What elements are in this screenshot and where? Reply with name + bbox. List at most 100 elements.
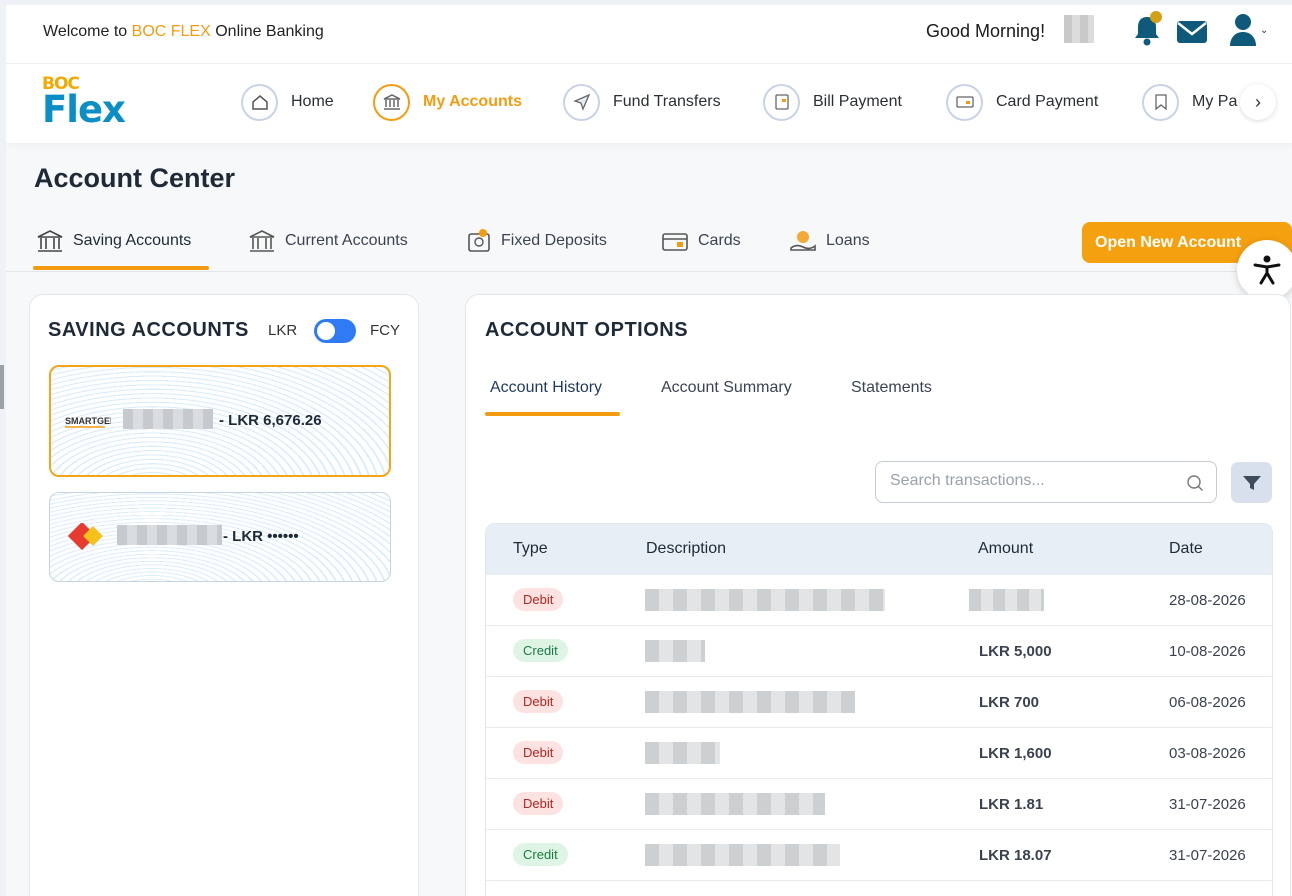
filter-icon	[1242, 475, 1261, 490]
column-header[interactable]: Date	[1169, 540, 1203, 558]
date-cell: 06-08-2026	[1169, 694, 1246, 711]
card-icon	[662, 233, 688, 251]
tab-fixed-deposits[interactable]: Fixed Deposits	[466, 228, 607, 254]
nav-fund-transfers[interactable]: Fund Transfers	[563, 82, 721, 122]
saving-accounts-panel: SAVING ACCOUNTS LKR FCY SMARTGEN - LKR 6…	[29, 294, 419, 896]
description-redacted	[645, 844, 840, 866]
toggle-knob	[317, 322, 335, 340]
date-cell: 31-07-2026	[1169, 847, 1246, 864]
search-box	[875, 461, 1217, 503]
bank-icon	[249, 230, 275, 252]
type-badge: Debit	[513, 792, 564, 815]
tab-current-accounts[interactable]: Current Accounts	[248, 228, 408, 254]
smartgen-logo: SMARTGEN	[65, 416, 111, 428]
tab-account-summary[interactable]: Account Summary	[661, 379, 792, 397]
active-tab-indicator	[33, 266, 209, 270]
tab-saving-accounts[interactable]: Saving Accounts	[36, 228, 191, 254]
date-cell: 28-08-2026	[1169, 592, 1246, 609]
greeting-text: Good Morning!	[926, 21, 1046, 41]
chevron-down-icon[interactable]: ⌄	[1260, 25, 1268, 36]
bill-icon	[763, 83, 800, 121]
description-redacted	[645, 640, 705, 662]
tab-cards[interactable]: Cards	[661, 228, 741, 254]
column-header[interactable]: Description	[646, 540, 726, 558]
table-row[interactable]: Debit LKR 1.81 31-07-2026	[486, 778, 1272, 829]
table-row[interactable]: Debit LKR 700 06-08-2026	[486, 676, 1272, 727]
card-icon	[946, 83, 983, 121]
table-row[interactable]	[486, 880, 1272, 896]
account-balance: - LKR ••••••	[223, 528, 299, 545]
table-row[interactable]: Debit 28-08-2026	[486, 574, 1272, 625]
nav-card-payment[interactable]: Card Payment	[946, 82, 1098, 122]
bank-icon	[37, 230, 63, 252]
nav-next-button[interactable]: ›	[1240, 84, 1276, 120]
table-row[interactable]: Debit LKR 1,600 03-08-2026	[486, 727, 1272, 778]
safe-icon	[468, 229, 490, 252]
column-header[interactable]: Amount	[978, 540, 1033, 558]
home-icon	[241, 83, 278, 121]
date-cell: 03-08-2026	[1169, 745, 1246, 762]
user-name-redacted	[1064, 15, 1094, 43]
account-number-redacted	[117, 525, 222, 545]
type-badge: Credit	[513, 843, 568, 866]
tab-statements[interactable]: Statements	[851, 379, 932, 397]
nav-my-accounts[interactable]: My Accounts	[373, 82, 522, 122]
tab-account-history[interactable]: Account History	[490, 379, 602, 397]
type-badge: Credit	[513, 639, 568, 662]
amount-cell: LKR 700	[979, 694, 1040, 711]
bank-icon	[373, 83, 410, 121]
amount-redacted	[969, 589, 1044, 611]
loan-icon	[790, 231, 816, 251]
filter-button[interactable]	[1231, 462, 1272, 503]
mail-icon[interactable]	[1176, 19, 1208, 45]
amount-cell: LKR 5,000	[979, 643, 1052, 660]
description-redacted	[645, 742, 720, 764]
nav-my-pa[interactable]: My Pa	[1142, 82, 1237, 122]
currency-fcy-label: FCY	[370, 322, 400, 339]
account-card[interactable]: SMARTGEN - LKR 6,676.26	[49, 365, 391, 477]
page-title: Account Center	[34, 163, 236, 193]
boc-flex-logo[interactable]: BOC Flex	[42, 74, 152, 134]
account-balance: - LKR 6,676.26	[219, 412, 322, 429]
main-nav: BOC Flex Home My Accounts Fund Transfers	[6, 63, 1292, 143]
user-icon[interactable]	[1228, 12, 1258, 46]
accessibility-icon	[1253, 255, 1281, 285]
description-redacted	[645, 589, 885, 611]
scroll-indicator	[0, 365, 4, 409]
search-icon[interactable]	[1186, 474, 1204, 492]
type-badge: Debit	[513, 690, 564, 713]
svg-text:SMARTGEN: SMARTGEN	[65, 416, 111, 426]
type-badge: Debit	[513, 741, 564, 764]
notification-dot	[1150, 11, 1162, 23]
transactions-table: Type Description Amount Date Debit 28-08…	[485, 523, 1273, 896]
table-row[interactable]: Credit LKR 18.07 31-07-2026	[486, 829, 1272, 880]
account-number-redacted	[123, 409, 213, 429]
table-header: Type Description Amount Date	[486, 524, 1272, 574]
date-cell: 31-07-2026	[1169, 796, 1246, 813]
saving-accounts-heading: SAVING ACCOUNTS	[48, 319, 249, 341]
send-icon	[563, 83, 600, 121]
account-options-panel: ACCOUNT OPTIONS Account History Account …	[465, 294, 1291, 896]
top-bar: Welcome to BOC FLEX Online Banking Good …	[6, 5, 1292, 63]
table-row[interactable]: Credit LKR 5,000 10-08-2026	[486, 625, 1272, 676]
search-input[interactable]	[890, 472, 1180, 490]
currency-toggle[interactable]	[314, 319, 356, 343]
app-window: Welcome to BOC FLEX Online Banking Good …	[6, 5, 1292, 896]
account-card[interactable]: - LKR ••••••	[49, 492, 391, 582]
tab-loans[interactable]: Loans	[789, 228, 870, 254]
active-tab-indicator	[485, 412, 620, 416]
golden-account-logo	[67, 523, 103, 551]
accessibility-button[interactable]	[1237, 240, 1292, 300]
welcome-brand: BOC FLEX	[131, 23, 211, 40]
amount-cell: LKR 1.81	[979, 796, 1044, 813]
nav-home[interactable]: Home	[241, 82, 334, 122]
description-redacted	[645, 691, 855, 713]
currency-lkr-label: LKR	[268, 322, 298, 339]
amount-cell: LKR 18.07	[979, 847, 1052, 864]
welcome-text: Welcome to BOC FLEX Online Banking	[43, 23, 324, 40]
account-options-heading: ACCOUNT OPTIONS	[485, 319, 689, 341]
bookmark-icon	[1142, 83, 1179, 121]
nav-bill-payment[interactable]: Bill Payment	[763, 82, 902, 122]
amount-cell: LKR 1,600	[979, 745, 1052, 762]
column-header[interactable]: Type	[513, 540, 548, 558]
